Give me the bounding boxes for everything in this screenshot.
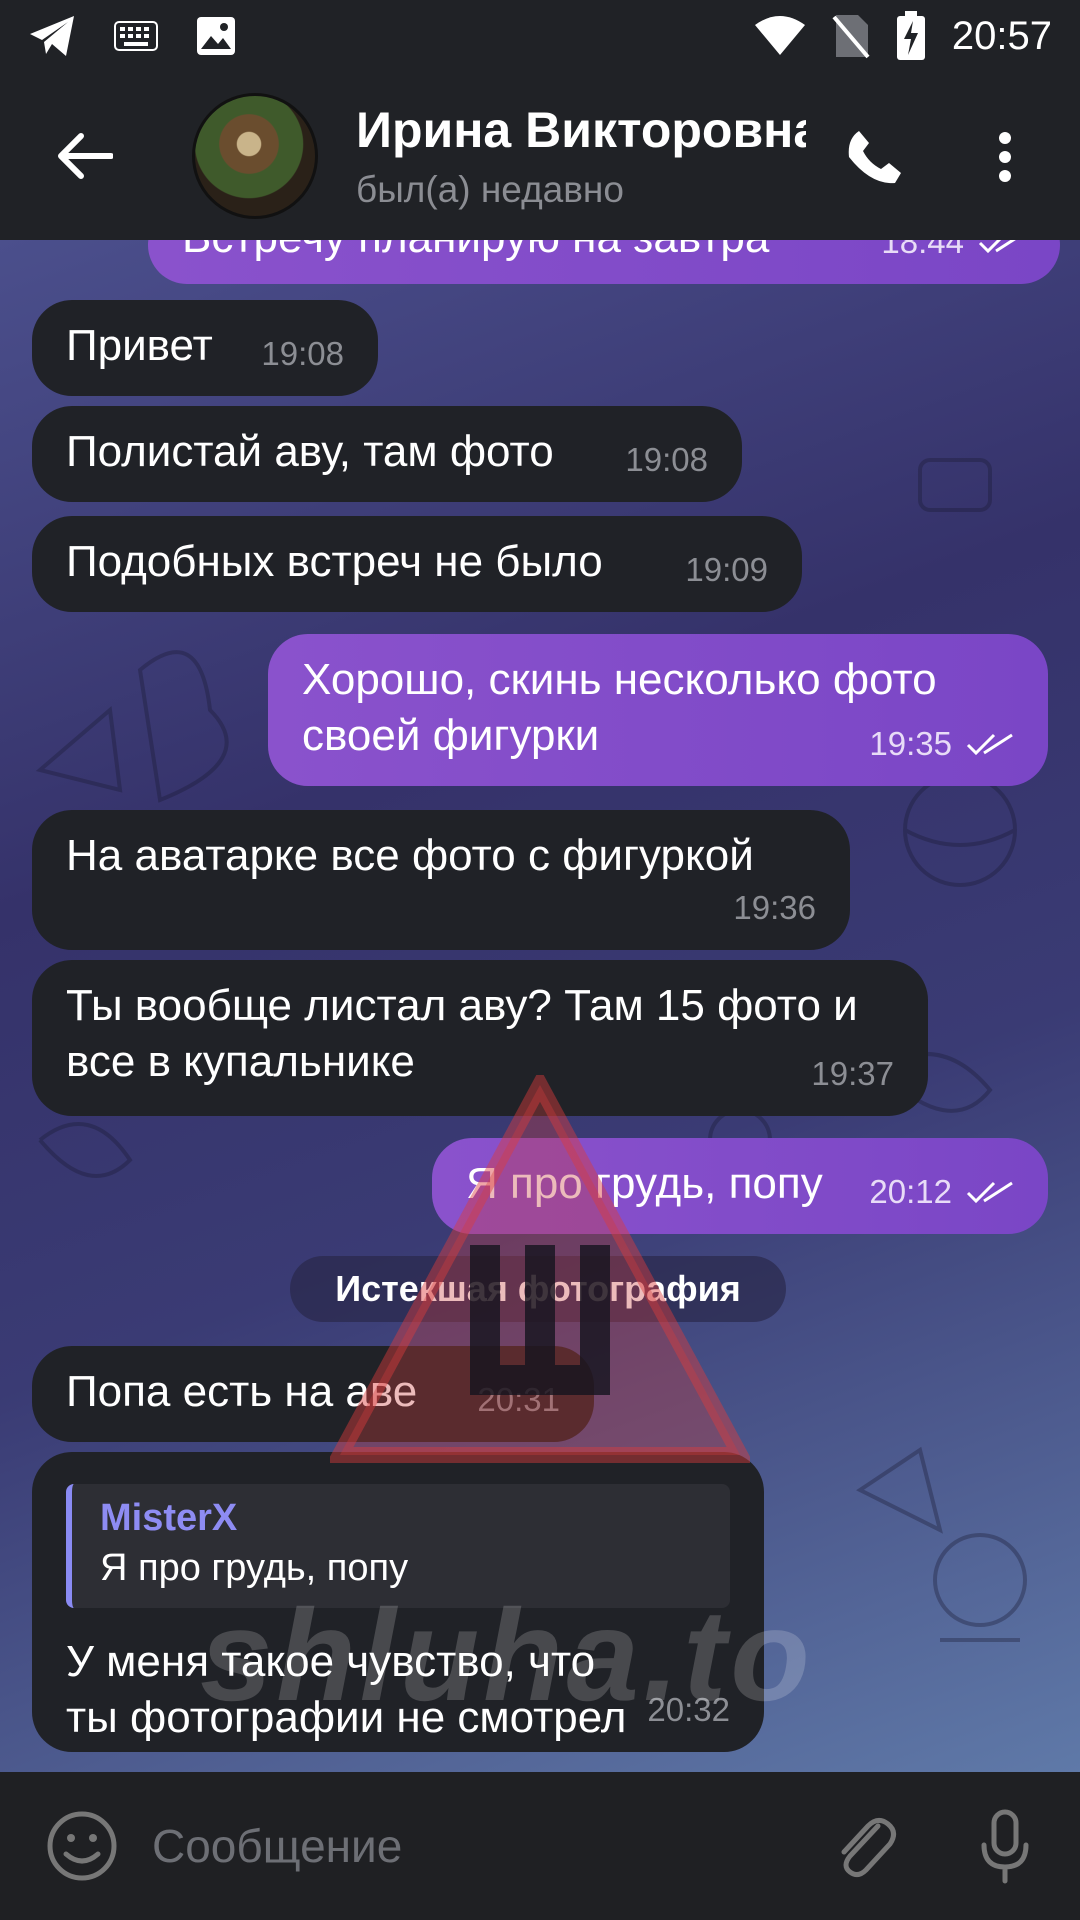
chat-area[interactable]: Встречу планирую на завтра 18:44 Привет …	[0, 240, 1080, 1772]
message-time: 19:09	[685, 551, 768, 588]
reply-author: MisterX	[100, 1497, 238, 1539]
image-icon	[197, 17, 235, 55]
no-sim-icon	[832, 15, 870, 59]
telegram-icon	[30, 16, 74, 56]
emoji-button[interactable]	[44, 1808, 120, 1884]
message-time: 19:08	[625, 441, 708, 478]
avatar[interactable]	[192, 93, 318, 219]
battery-charging-icon	[896, 11, 925, 60]
message-incoming[interactable]: Подобных встреч не было 19:09	[32, 516, 802, 612]
message-text: Хорошо, скинь несколько фото своей фигур…	[302, 655, 937, 760]
clock: 20:57	[951, 13, 1052, 58]
message-input[interactable]: Сообщение	[152, 1819, 402, 1873]
chat-header: Ирина Викторовна был(а) недавно	[0, 72, 1080, 240]
message-time: 19:35	[869, 725, 952, 762]
attach-button[interactable]	[820, 1802, 910, 1892]
watermark-text: shluha.to	[200, 1582, 814, 1728]
message-text: Привет	[66, 321, 213, 370]
message-time: 20:12	[869, 1173, 952, 1210]
message-text: Ты вообще листал аву? Там 15 фото и все …	[66, 981, 858, 1086]
double-check-icon	[966, 733, 1013, 756]
paperclip-icon	[841, 1818, 896, 1878]
watermark-logo	[330, 1075, 750, 1463]
message-outgoing[interactable]: Хорошо, скинь несколько фото своей фигур…	[268, 634, 1048, 786]
phone-icon	[848, 131, 901, 184]
emoji-icon	[47, 1811, 117, 1881]
message-outgoing[interactable]: Встречу планирую на завтра 18:44	[148, 240, 1060, 284]
arrow-left-icon	[58, 133, 113, 179]
double-check-icon	[966, 1181, 1013, 1204]
voice-record-button[interactable]	[960, 1802, 1050, 1892]
contact-status: был(а) недавно	[356, 169, 624, 210]
message-input-bar: Сообщение	[0, 1772, 1080, 1920]
message-time: 19:36	[733, 889, 816, 926]
message-time: 19:37	[811, 1055, 894, 1092]
double-check-icon	[978, 240, 1016, 254]
message-text: Встречу планирую на завтра	[182, 240, 769, 262]
message-text: Полистай аву, там фото	[66, 427, 554, 476]
message-time: 19:08	[261, 335, 344, 372]
more-menu-button[interactable]	[970, 112, 1040, 202]
call-button[interactable]	[830, 112, 920, 202]
message-text: Подобных встреч не было	[66, 537, 603, 586]
back-button[interactable]	[40, 111, 130, 201]
keyboard-icon	[114, 21, 158, 51]
more-vertical-icon	[999, 132, 1011, 182]
message-incoming[interactable]: Привет 19:08	[32, 300, 378, 396]
message-incoming[interactable]: Полистай аву, там фото 19:08	[32, 406, 742, 502]
microphone-icon	[981, 1809, 1029, 1884]
wifi-icon	[754, 16, 805, 55]
message-time: 18:44	[881, 240, 964, 260]
contact-name: Ирина Викторовна	[356, 102, 806, 158]
status-bar: 20:57	[0, 0, 1080, 72]
message-incoming[interactable]: На аватарке все фото с фигуркой 19:36	[32, 810, 850, 950]
chat-title[interactable]: Ирина Викторовна был(а) недавно	[356, 101, 806, 211]
message-text: На аватарке все фото с фигуркой	[66, 831, 754, 880]
